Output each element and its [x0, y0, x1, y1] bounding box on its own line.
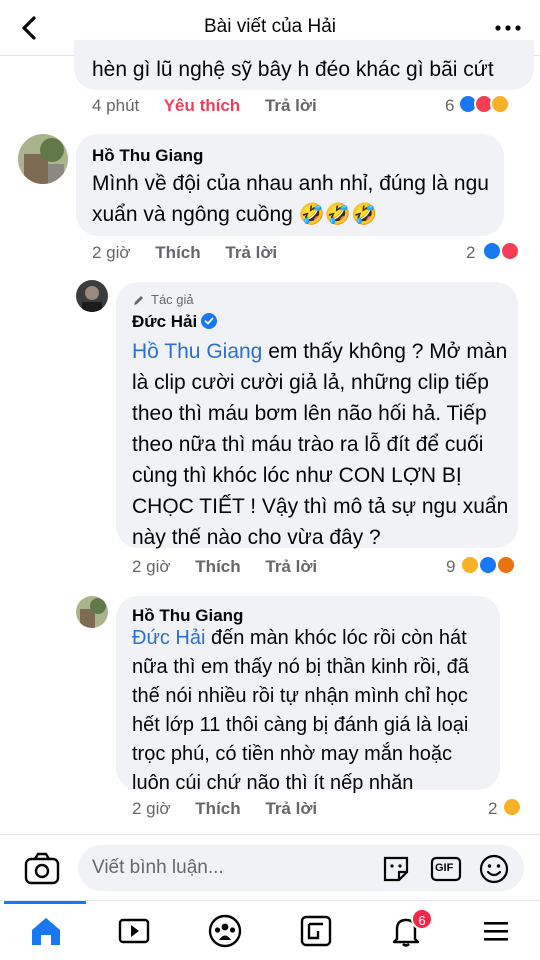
watch-video-icon[interactable] [116, 913, 152, 949]
reaction-count: 6 [445, 96, 455, 115]
reply-button[interactable]: Trả lời [265, 799, 317, 818]
commenter-name[interactable]: Hồ Thu Giang [132, 606, 243, 626]
camera-icon[interactable] [22, 851, 62, 887]
comment-placeholder: Viết bình luận... [92, 857, 224, 878]
bottom-tab-bar [0, 900, 540, 960]
gif-label: GIF [435, 862, 454, 874]
page-title: Bài viết của Hải [203, 16, 336, 37]
mention-link[interactable]: Đức Hải [132, 627, 205, 649]
pencil-icon [134, 295, 143, 305]
avatar[interactable] [76, 280, 108, 312]
like-reaction-icon[interactable] [482, 241, 502, 261]
comment-actions: 2 giờ Thích Trả lời [92, 243, 297, 263]
verified-badge-icon [201, 313, 218, 329]
author-badge-label: Tác giả [151, 292, 194, 307]
reaction-count: 9 [446, 557, 456, 576]
comment-body: đến màn khóc lóc rồi còn hát nữa thì em … [132, 627, 469, 794]
like-reaction-icon[interactable] [478, 555, 498, 575]
gaming-icon[interactable] [298, 913, 334, 949]
haha-reaction-icon[interactable] [502, 797, 522, 817]
comment-composer: Viết bình luận... GIF [0, 834, 540, 900]
menu-icon[interactable] [478, 913, 514, 949]
groups-icon[interactable] [207, 913, 243, 949]
home-icon[interactable] [28, 913, 64, 949]
angry-reaction-icon[interactable] [496, 555, 516, 575]
comment-actions: 2 giờ Thích Trả lời [132, 799, 337, 819]
comment-text: hèn gì lũ nghệ sỹ bây h đéo khác gì bãi … [92, 58, 494, 81]
active-tab-indicator [4, 901, 86, 904]
comment-text: Hồ Thu Giang em thấy không ? Mở màn là c… [132, 336, 512, 553]
comment-bubble: Hồ Thu Giang Mình về đội của nhau anh nh… [76, 134, 504, 236]
avatar[interactable] [76, 596, 108, 628]
emoji-icon[interactable] [478, 853, 510, 885]
comment-actions: 4 phút Yêu thích Trả lời [92, 96, 337, 116]
love-reaction-button[interactable]: Yêu thích [164, 96, 241, 115]
reply-button[interactable]: Trả lời [265, 557, 317, 576]
comment-text: Mình về đội của nhau anh nhỉ, đúng là ng… [92, 172, 489, 226]
comment-time: 2 giờ [92, 243, 131, 262]
gif-icon[interactable]: GIF [430, 853, 462, 885]
haha-reaction-icon[interactable] [460, 555, 480, 575]
author-badge: Tác giả [132, 292, 194, 307]
comment-bubble: hèn gì lũ nghệ sỹ bây h đéo khác gì bãi … [74, 40, 534, 90]
haha-reaction-icon[interactable] [490, 94, 510, 114]
comment-body: em thấy không ? Mở màn là clip cười cười… [132, 340, 509, 549]
commenter-name[interactable]: Đức Hải [132, 312, 197, 331]
comment-time: 4 phút [92, 96, 140, 115]
reaction-count: 2 [488, 799, 498, 818]
like-button[interactable]: Thích [155, 243, 200, 262]
mention-link[interactable]: Hồ Thu Giang [132, 340, 262, 363]
comment-time: 2 giờ [132, 799, 171, 818]
notification-count-badge: 6 [411, 908, 433, 930]
reaction-count: 2 [466, 243, 476, 262]
like-button[interactable]: Thích [195, 799, 240, 818]
comment-bubble: Hồ Thu Giang Đức Hải đến màn khóc lóc rồ… [116, 596, 500, 794]
comment-text: Đức Hải đến màn khóc lóc rồi còn hát nữa… [132, 624, 492, 798]
comment-actions: 2 giờ Thích Trả lời [132, 557, 337, 577]
comment-bubble: Tác giả Đức Hải Hồ Thu Giang em thấy khô… [116, 282, 518, 549]
avatar[interactable] [18, 134, 68, 184]
like-button[interactable]: Thích [195, 557, 240, 576]
comment-time: 2 giờ [132, 557, 171, 576]
sticker-icon[interactable] [380, 853, 412, 885]
commenter-name[interactable]: Hồ Thu Giang [92, 146, 203, 166]
reply-button[interactable]: Trả lời [265, 96, 317, 115]
reply-button[interactable]: Trả lời [225, 243, 277, 262]
love-reaction-icon[interactable] [500, 241, 520, 261]
